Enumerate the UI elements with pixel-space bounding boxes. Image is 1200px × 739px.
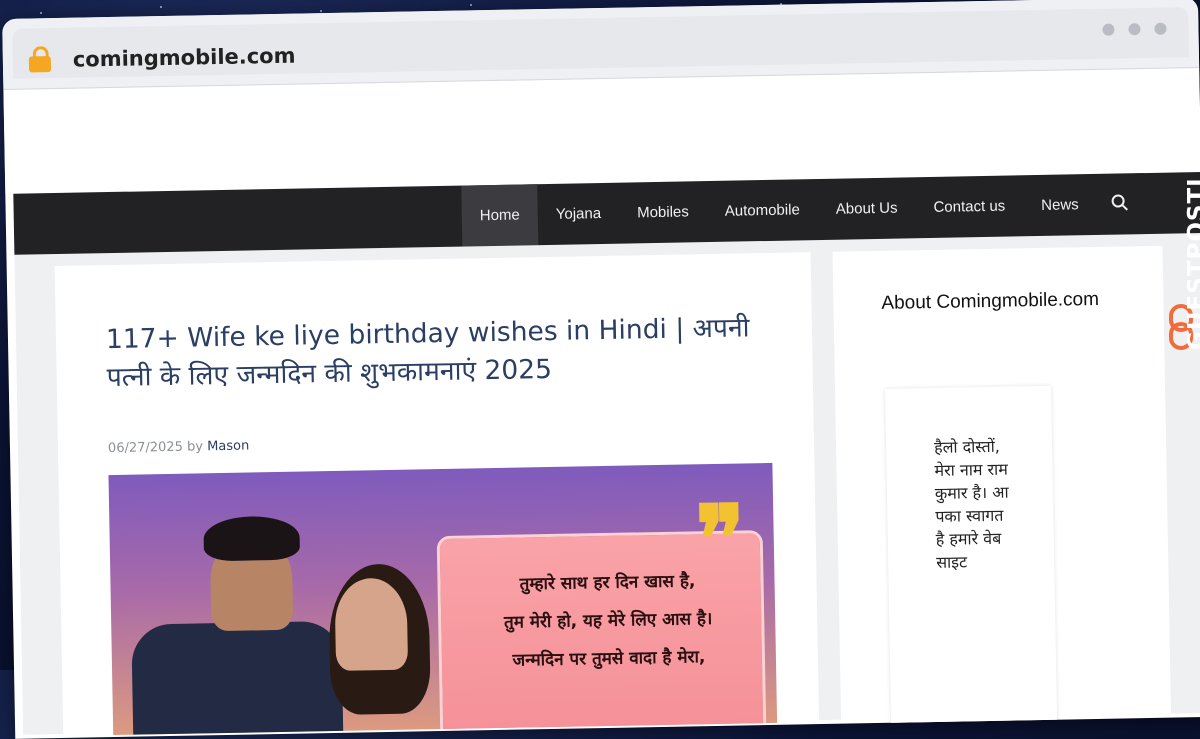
article-date: 06/27/2025	[107, 439, 184, 457]
window-controls	[1093, 20, 1167, 40]
badge-text: GUESTPOSTLINKS	[1184, 104, 1200, 350]
nav-item-automobile[interactable]: Automobile	[706, 179, 818, 243]
couple-woman-face	[334, 577, 409, 671]
quote-mark-icon: ❞	[694, 484, 747, 594]
window-dot-icon[interactable]	[1128, 23, 1141, 36]
article-by: by	[186, 439, 204, 455]
browser-window: comingmobile.com Home Yojana Mobiles Aut…	[2, 0, 1200, 739]
quote-line: जन्मदिन पर तुमसे वादा है मेरा,	[512, 647, 706, 671]
search-icon[interactable]	[1110, 193, 1128, 211]
sidebar-widget: About Comingmobile.com हैलो दोस्तों, मेर…	[832, 245, 1172, 729]
article-card: 117+ Wife ke liye birthday wishes in Hin…	[54, 252, 820, 736]
lock-icon	[28, 46, 52, 73]
sidebar-about-text: हैलो दोस्तों, मेरा नाम राम कुमार है। आपक…	[933, 436, 1009, 572]
nav-item-mobiles[interactable]: Mobiles	[619, 181, 708, 245]
article-title[interactable]: 117+ Wife ke liye birthday wishes in Hin…	[106, 309, 767, 397]
url-domain[interactable]: comingmobile.com	[73, 44, 296, 72]
nav-item-about-us[interactable]: About Us	[817, 177, 916, 241]
sidebar-about-card: हैलो दोस्तों, मेरा नाम राम कुमार है। आपक…	[885, 385, 1058, 729]
sidebar-title: About Comingmobile.com	[881, 288, 1100, 314]
nav-item-contact-us[interactable]: Contact us	[915, 175, 1024, 239]
article-author[interactable]: Mason	[207, 439, 249, 455]
nav-item-news[interactable]: News	[1023, 174, 1098, 237]
window-dot-icon[interactable]	[1102, 23, 1115, 36]
couple-man-hair	[203, 515, 301, 562]
nav-item-yojana[interactable]: Yojana	[537, 183, 619, 246]
window-dot-icon[interactable]	[1154, 22, 1167, 35]
couple-man-figure	[131, 620, 344, 736]
article-meta: 06/27/2025 by Mason	[108, 439, 250, 457]
nav-item-home[interactable]: Home	[461, 184, 539, 248]
featured-image[interactable]: तुम्हारे साथ हर दिन खास है, तुम मेरी हो,…	[108, 462, 778, 736]
guestpostlinks-badge: GUESTPOSTLINKS	[1160, 50, 1200, 370]
quote-line: तुम मेरी हो, यह मेरे लिए आस है।	[503, 609, 713, 633]
